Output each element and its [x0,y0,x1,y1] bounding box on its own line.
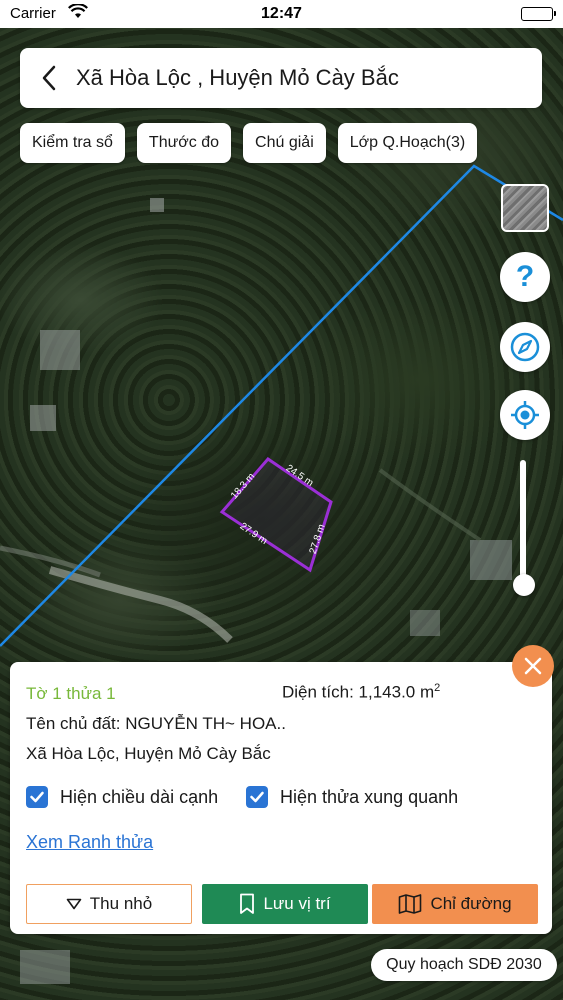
parcel-area: Diện tích: 1,143.0 m2 [282,682,441,702]
compass-button[interactable] [500,322,550,372]
check-book-chip[interactable]: Kiểm tra sổ [20,123,125,163]
zoom-slider-track[interactable] [520,460,526,586]
close-icon [524,657,542,675]
save-location-label: Lưu vị trí [263,894,331,913]
question-icon: ? [515,260,535,293]
building-roof [30,405,56,431]
map-icon [399,894,422,914]
status-bar: Carrier 12:47 [0,0,563,28]
directions-label: Chỉ đường [430,894,512,913]
show-neighbor-parcels-option[interactable]: Hiện thửa xung quanh [246,786,458,808]
neighbor-parcels-checkbox[interactable] [246,786,268,808]
owner-name: Tên chủ đất: NGUYỄN TH~ HOA.. [26,714,286,733]
building-roof [150,198,164,212]
edge-lengths-checkbox[interactable] [26,786,48,808]
compass-icon [510,332,540,362]
location-title: Xã Hòa Lộc , Huyện Mỏ Cày Bắc [76,65,399,90]
bookmark-icon [240,893,255,914]
location-header: Xã Hòa Lộc , Huyện Mỏ Cày Bắc [20,48,542,108]
help-button[interactable]: ? [500,252,550,302]
map-layer-toggle[interactable] [501,184,549,232]
building-roof [20,950,70,984]
save-location-button[interactable]: Lưu vị trí [202,884,368,924]
battery-icon [521,7,556,21]
parcel-info-panel: Tờ 1 thửa 1 Diện tích: 1,143.0 m2 Tên ch… [10,662,552,934]
road [48,566,233,643]
neighbor-parcels-label: Hiện thửa xung quanh [280,786,459,807]
planning-layer-badge[interactable]: Quy hoạch SDĐ 2030 [371,949,557,981]
collapse-button[interactable]: Thu nhỏ [26,884,192,924]
canal [378,468,482,542]
checkmark-icon [250,791,264,803]
building-roof [470,540,512,580]
building-roof [40,330,80,370]
parcel-id: Tờ 1 thửa 1 [26,684,116,703]
show-edge-lengths-option[interactable]: Hiện chiều dài cạnh [26,786,218,808]
tool-chips: Kiểm tra sổ Thước đo Chú giải Lớp Q.Hoạc… [20,123,478,163]
building-roof [410,610,440,636]
close-panel-button[interactable] [512,645,554,687]
ruler-chip[interactable]: Thước đo [136,123,232,163]
crosshair-icon [511,401,539,429]
legend-chip[interactable]: Chú giải [243,123,326,163]
parcel-address: Xã Hòa Lộc, Huyện Mỏ Cày Bắc [26,744,271,763]
back-button[interactable] [34,62,64,94]
directions-button[interactable]: Chỉ đường [372,884,538,924]
zoom-slider-handle[interactable] [513,574,535,596]
planning-layer-chip[interactable]: Lớp Q.Hoạch(3) [337,123,478,163]
view-boundary-link[interactable]: Xem Ranh thửa [26,832,153,853]
my-location-button[interactable] [500,390,550,440]
chevron-left-icon [42,65,56,91]
checkmark-icon [30,791,44,803]
clock: 12:47 [261,5,302,22]
edge-lengths-label: Hiện chiều dài cạnh [60,786,219,807]
triangle-down-icon [66,898,82,910]
collapse-label: Thu nhỏ [89,894,153,913]
